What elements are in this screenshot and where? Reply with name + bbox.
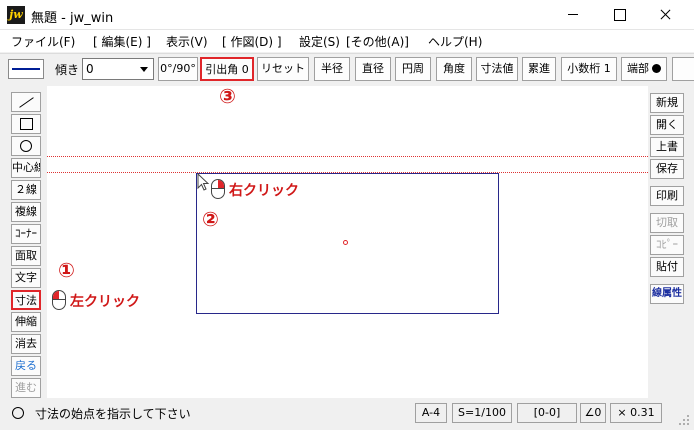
tool-corner[interactable]: ｺｰﾅｰ (11, 224, 41, 244)
left-click-label: 左クリック (70, 294, 140, 310)
new-button[interactable]: 新規 (650, 93, 684, 113)
menu-view[interactable]: 表示(V) (166, 33, 208, 50)
cut-button[interactable]: 切取 (650, 213, 684, 233)
app-logo-icon: jw (7, 6, 25, 24)
tilt-value: 0 (86, 62, 94, 76)
paste-button[interactable]: 貼付 (650, 257, 684, 277)
tool-double-line[interactable]: ２線 (11, 180, 41, 200)
step-3-marker: ③ (219, 84, 236, 108)
save-button[interactable]: 保存 (650, 159, 684, 179)
reset-button[interactable]: リセット (257, 57, 309, 81)
menu-bar: ファイル(F) [ 編集(E) ] 表示(V) [ 作図(D) ] 設定(S) … (0, 30, 694, 52)
minimize-icon[interactable] (550, 0, 596, 30)
step-1-marker: ① (58, 258, 75, 282)
line-attribute-button[interactable]: 線属性 (650, 284, 684, 304)
tool-redo[interactable]: 進む (11, 378, 41, 398)
rectangle-icon (20, 118, 33, 130)
cumulative-button[interactable]: 累進 (522, 57, 556, 81)
tool-erase[interactable]: 消去 (11, 334, 41, 354)
angle-button[interactable]: 角度 (436, 57, 472, 81)
status-message: 寸法の始点を指示して下さい (35, 407, 191, 421)
menu-edit[interactable]: [ 編集(E) ] (93, 33, 151, 50)
title-bar: jw 無題 - jw_win (0, 0, 694, 30)
menu-file[interactable]: ファイル(F) (11, 33, 75, 50)
status-circle-icon (12, 407, 24, 419)
window-title: 無題 - jw_win (31, 11, 114, 26)
drawing-canvas[interactable] (47, 86, 648, 398)
layer-field[interactable]: [0-0] (517, 403, 577, 423)
resize-grip-icon[interactable] (678, 414, 690, 426)
tool-copy-line[interactable]: 複線 (11, 202, 41, 222)
circumference-button[interactable]: 円周 (395, 57, 431, 81)
angle-field[interactable]: ∠0 (580, 403, 606, 423)
tool-stretch[interactable]: 伸縮 (11, 312, 41, 332)
center-marker-icon (343, 240, 348, 245)
radius-button[interactable]: 半径 (314, 57, 350, 81)
tool-line[interactable] (11, 92, 41, 112)
menu-help[interactable]: ヘルプ(H) (428, 33, 482, 50)
print-button[interactable]: 印刷 (650, 186, 684, 206)
left-click-mouse-icon (52, 290, 66, 310)
paper-size-field[interactable]: A-4 (415, 403, 447, 423)
circle-icon (20, 140, 32, 152)
maximize-icon[interactable] (596, 0, 642, 30)
toolbar: 傾き 0 0°/90° 引出角 0 リセット 半径 直径 円周 角度 寸法値 累… (0, 53, 694, 83)
tool-rectangle[interactable] (11, 114, 41, 134)
angle-toggle-button[interactable]: 0°/90° (158, 57, 198, 81)
tool-undo[interactable]: 戻る (11, 356, 41, 376)
end-dot-icon (652, 64, 661, 73)
close-icon[interactable] (642, 0, 688, 30)
right-click-label: 右クリック (229, 183, 299, 199)
scale-field[interactable]: S=1/100 (452, 403, 512, 423)
tool-chamfer[interactable]: 面取 (11, 246, 41, 266)
menu-settings[interactable]: 設定(S) (299, 33, 340, 50)
menu-draw[interactable]: [ 作図(D) ] (222, 33, 282, 50)
menu-other[interactable]: [その他(A)] (346, 33, 409, 50)
copy-button[interactable]: ｺﾋﾟｰ (650, 235, 684, 255)
diameter-button[interactable]: 直径 (355, 57, 391, 81)
open-button[interactable]: 開く (650, 115, 684, 135)
tool-circle[interactable] (11, 136, 41, 156)
overwrite-button[interactable]: 上書 (650, 137, 684, 157)
line-type-button[interactable] (8, 59, 44, 79)
tool-dimension[interactable]: 寸法 (11, 290, 41, 310)
chevron-down-icon[interactable] (136, 60, 151, 78)
tool-text[interactable]: 文字 (11, 268, 41, 288)
leader-angle-button[interactable]: 引出角 0 (200, 57, 254, 81)
tool-centerline[interactable]: 中心線 (11, 158, 41, 178)
decimal-places-button[interactable]: 小数桁 1 (561, 57, 617, 81)
step-2-marker: ② (202, 207, 219, 231)
cursor-arrow-icon (197, 173, 210, 191)
dimension-value-button[interactable]: 寸法値 (476, 57, 518, 81)
overflow-button[interactable] (672, 57, 694, 81)
end-style-label: 端部 (627, 62, 649, 75)
tilt-select[interactable]: 0 (82, 58, 154, 80)
tilt-label: 傾き (55, 63, 80, 77)
guide-line-upper (47, 156, 648, 157)
line-icon (19, 97, 34, 108)
end-style-button[interactable]: 端部 (621, 57, 667, 81)
zoom-field[interactable]: × 0.31 (610, 403, 662, 423)
status-bar: 寸法の始点を指示して下さい A-4 S=1/100 [0-0] ∠0 × 0.3… (0, 400, 694, 430)
right-click-mouse-icon (211, 179, 225, 199)
